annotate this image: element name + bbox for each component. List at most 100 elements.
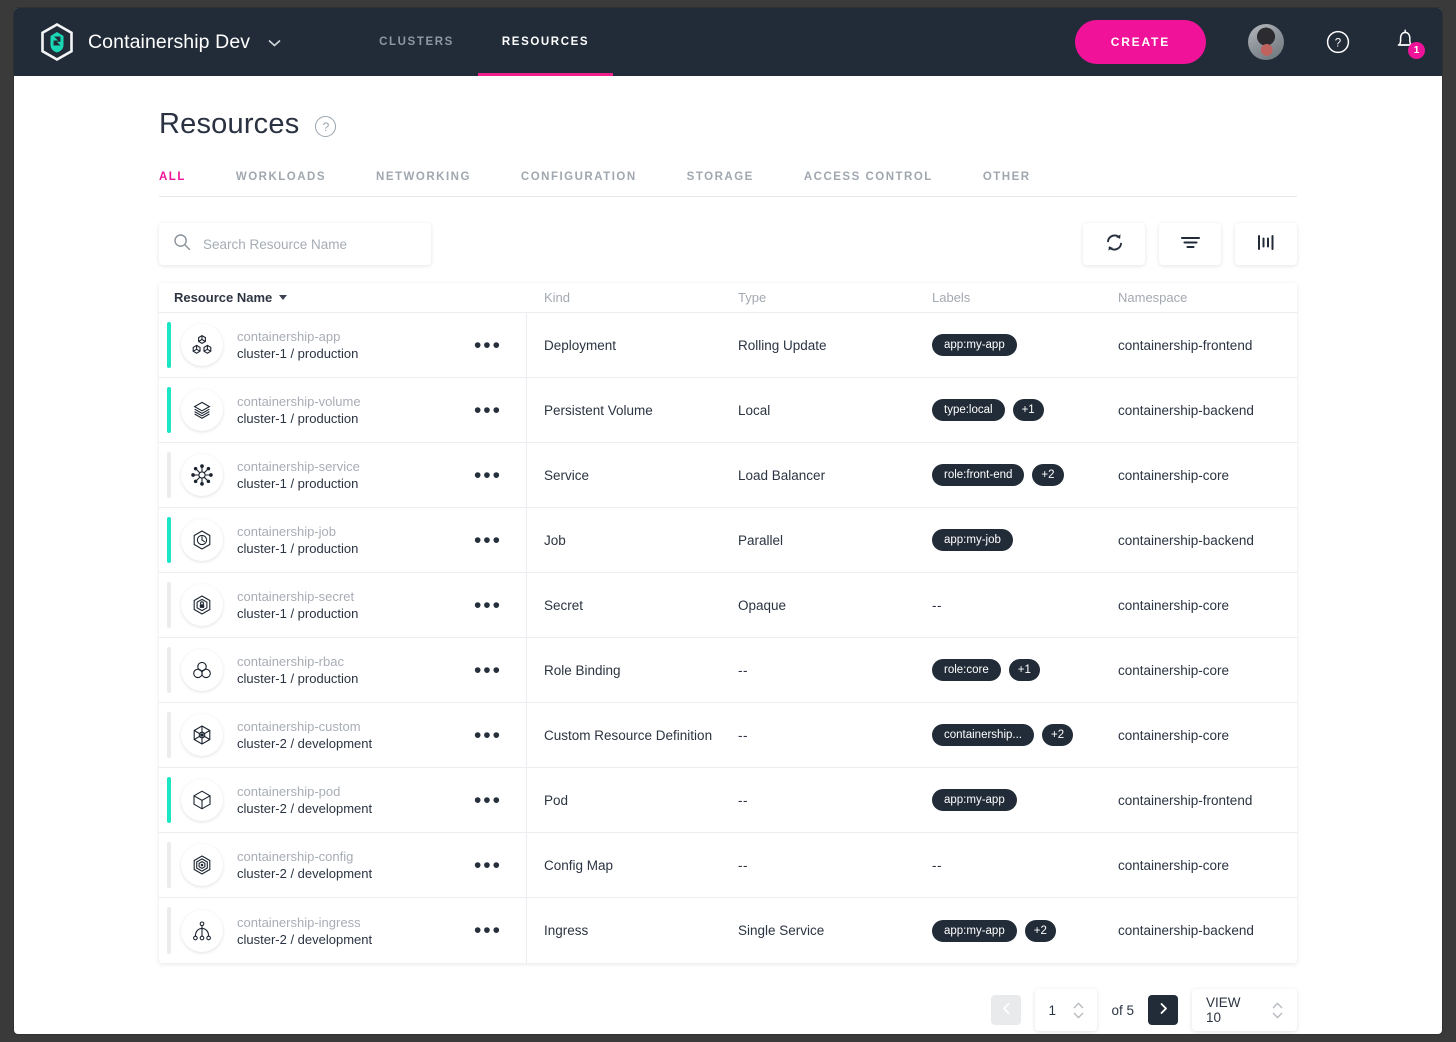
row-labels: -- — [915, 573, 1101, 637]
label-chip[interactable]: role:core — [932, 659, 1001, 681]
label-overflow-chip[interactable]: +2 — [1024, 919, 1056, 942]
filter-button[interactable] — [1159, 223, 1221, 265]
chevron-down-icon[interactable] — [268, 36, 281, 49]
column-header-namespace[interactable]: Namespace — [1101, 290, 1297, 305]
label-chip[interactable]: app:my-app — [932, 919, 1017, 942]
pod-cube-icon — [181, 779, 223, 821]
columns-button[interactable] — [1235, 223, 1297, 265]
more-options-icon[interactable]: ••• — [474, 335, 502, 356]
row-namespace: containership-backend — [1118, 402, 1254, 418]
label-chip[interactable]: containership... — [932, 724, 1034, 746]
page-size-stepper[interactable]: VIEW 10 — [1192, 989, 1297, 1031]
more-options-icon[interactable]: ••• — [474, 790, 502, 811]
row-labels: type:local +1 — [915, 378, 1101, 442]
row-namespace: containership-frontend — [1118, 337, 1253, 353]
resource-name: containership-volume — [237, 394, 361, 409]
more-options-icon[interactable]: ••• — [474, 400, 502, 421]
column-header-resource-name[interactable]: Resource Name — [159, 290, 527, 305]
avatar[interactable] — [1248, 24, 1284, 60]
table-row[interactable]: containership-custom cluster-2 / develop… — [159, 703, 1297, 768]
column-header-labels[interactable]: Labels — [915, 290, 1101, 305]
resource-name: containership-pod — [237, 784, 341, 799]
tab-configuration[interactable]: CONFIGURATION — [521, 171, 637, 196]
create-button[interactable]: CREATE — [1074, 20, 1206, 64]
row-labels: app:my-app — [915, 313, 1101, 377]
page-stepper-arrows[interactable] — [1073, 1002, 1084, 1019]
nav-item-resources[interactable]: RESOURCES — [477, 8, 614, 76]
label-overflow-chip[interactable]: +2 — [1042, 724, 1074, 746]
help-icon[interactable]: ? — [1326, 30, 1350, 54]
column-header-label: Resource Name — [174, 290, 273, 305]
tab-access-control[interactable]: ACCESS CONTROL — [804, 171, 933, 196]
label-chip[interactable]: role:front-end — [932, 464, 1025, 486]
label-chip[interactable]: app:my-app — [932, 789, 1017, 811]
resource-category-tabs: ALL WORKLOADS NETWORKING CONFIGURATION S… — [159, 171, 1297, 197]
row-status-bar — [167, 322, 171, 368]
row-name-text: containership-rbac cluster-1 / productio… — [237, 653, 358, 687]
row-status-bar — [167, 712, 171, 758]
app-window: Containership Dev CLUSTERS RESOURCES CRE… — [14, 8, 1442, 1034]
notifications-button[interactable]: 1 — [1392, 27, 1425, 59]
tab-workloads[interactable]: WORKLOADS — [236, 171, 326, 196]
row-labels: app:my-app — [915, 768, 1101, 832]
table-row[interactable]: containership-app cluster-1 / production… — [159, 313, 1297, 378]
table-row[interactable]: containership-secret cluster-1 / product… — [159, 573, 1297, 638]
tab-other[interactable]: OTHER — [983, 171, 1031, 196]
label-overflow-chip[interactable]: +1 — [1008, 659, 1040, 681]
row-namespace: containership-core — [1118, 467, 1230, 483]
tab-networking[interactable]: NETWORKING — [376, 171, 471, 196]
page-help-icon[interactable]: ? — [315, 116, 337, 137]
resource-cluster: cluster-1 / production — [237, 476, 359, 491]
resource-name: containership-app — [237, 329, 341, 344]
page-size-stepper-arrows[interactable] — [1272, 1002, 1283, 1019]
more-options-icon[interactable]: ••• — [474, 660, 502, 681]
page-header: Resources ? — [159, 108, 1297, 141]
tab-all[interactable]: ALL — [159, 171, 186, 196]
resources-table: Resource Name Kind Type Labels Namespace — [159, 283, 1297, 963]
refresh-icon — [1104, 232, 1125, 256]
tab-storage[interactable]: STORAGE — [687, 171, 754, 196]
table-row[interactable]: containership-pod cluster-2 / developmen… — [159, 768, 1297, 833]
more-options-icon[interactable]: ••• — [474, 855, 502, 876]
table-row[interactable]: containership-service cluster-1 / produc… — [159, 443, 1297, 508]
search-input[interactable] — [203, 236, 417, 252]
row-name-cell: containership-volume cluster-1 / product… — [159, 378, 527, 442]
table-row[interactable]: containership-volume cluster-1 / product… — [159, 378, 1297, 443]
row-namespace: containership-core — [1118, 662, 1230, 678]
more-options-icon[interactable]: ••• — [474, 725, 502, 746]
label-chip[interactable]: type:local — [932, 399, 1005, 421]
column-header-type[interactable]: Type — [721, 290, 915, 305]
table-row[interactable]: containership-job cluster-1 / production… — [159, 508, 1297, 573]
row-type: Rolling Update — [738, 337, 827, 353]
table-row[interactable]: containership-ingress cluster-2 / develo… — [159, 898, 1297, 963]
row-namespace: containership-backend — [1118, 532, 1254, 548]
page-number-stepper[interactable]: 1 — [1035, 989, 1098, 1031]
brand-selector[interactable]: Containership Dev — [40, 23, 281, 61]
row-kind: Role Binding — [544, 662, 621, 678]
more-options-icon[interactable]: ••• — [474, 595, 502, 616]
previous-page-button[interactable] — [991, 995, 1022, 1025]
search-box[interactable] — [159, 223, 431, 265]
label-overflow-chip[interactable]: +1 — [1012, 399, 1044, 421]
row-kind: Ingress — [544, 923, 589, 938]
refresh-button[interactable] — [1083, 223, 1145, 265]
more-options-icon[interactable]: ••• — [474, 920, 502, 941]
table-row[interactable]: containership-rbac cluster-1 / productio… — [159, 638, 1297, 703]
row-name-cell: containership-custom cluster-2 / develop… — [159, 703, 527, 767]
resource-cluster: cluster-1 / production — [237, 671, 359, 686]
more-options-icon[interactable]: ••• — [474, 465, 502, 486]
rbac-circles-icon — [181, 649, 223, 691]
resource-cluster: cluster-2 / development — [237, 931, 373, 947]
label-overflow-chip[interactable]: +2 — [1032, 464, 1064, 486]
label-chip[interactable]: app:my-job — [932, 529, 1013, 551]
row-kind: Persistent Volume — [544, 402, 653, 418]
more-options-icon[interactable]: ••• — [474, 530, 502, 551]
row-labels: role:core +1 — [915, 638, 1101, 702]
column-header-kind[interactable]: Kind — [527, 290, 721, 305]
row-name-cell: containership-ingress cluster-2 / develo… — [159, 898, 527, 963]
table-row[interactable]: containership-config cluster-2 / develop… — [159, 833, 1297, 898]
row-name-cell: containership-app cluster-1 / production… — [159, 313, 527, 377]
next-page-button[interactable] — [1148, 995, 1178, 1025]
nav-item-clusters[interactable]: CLUSTERS — [355, 8, 478, 76]
label-chip[interactable]: app:my-app — [932, 334, 1017, 356]
